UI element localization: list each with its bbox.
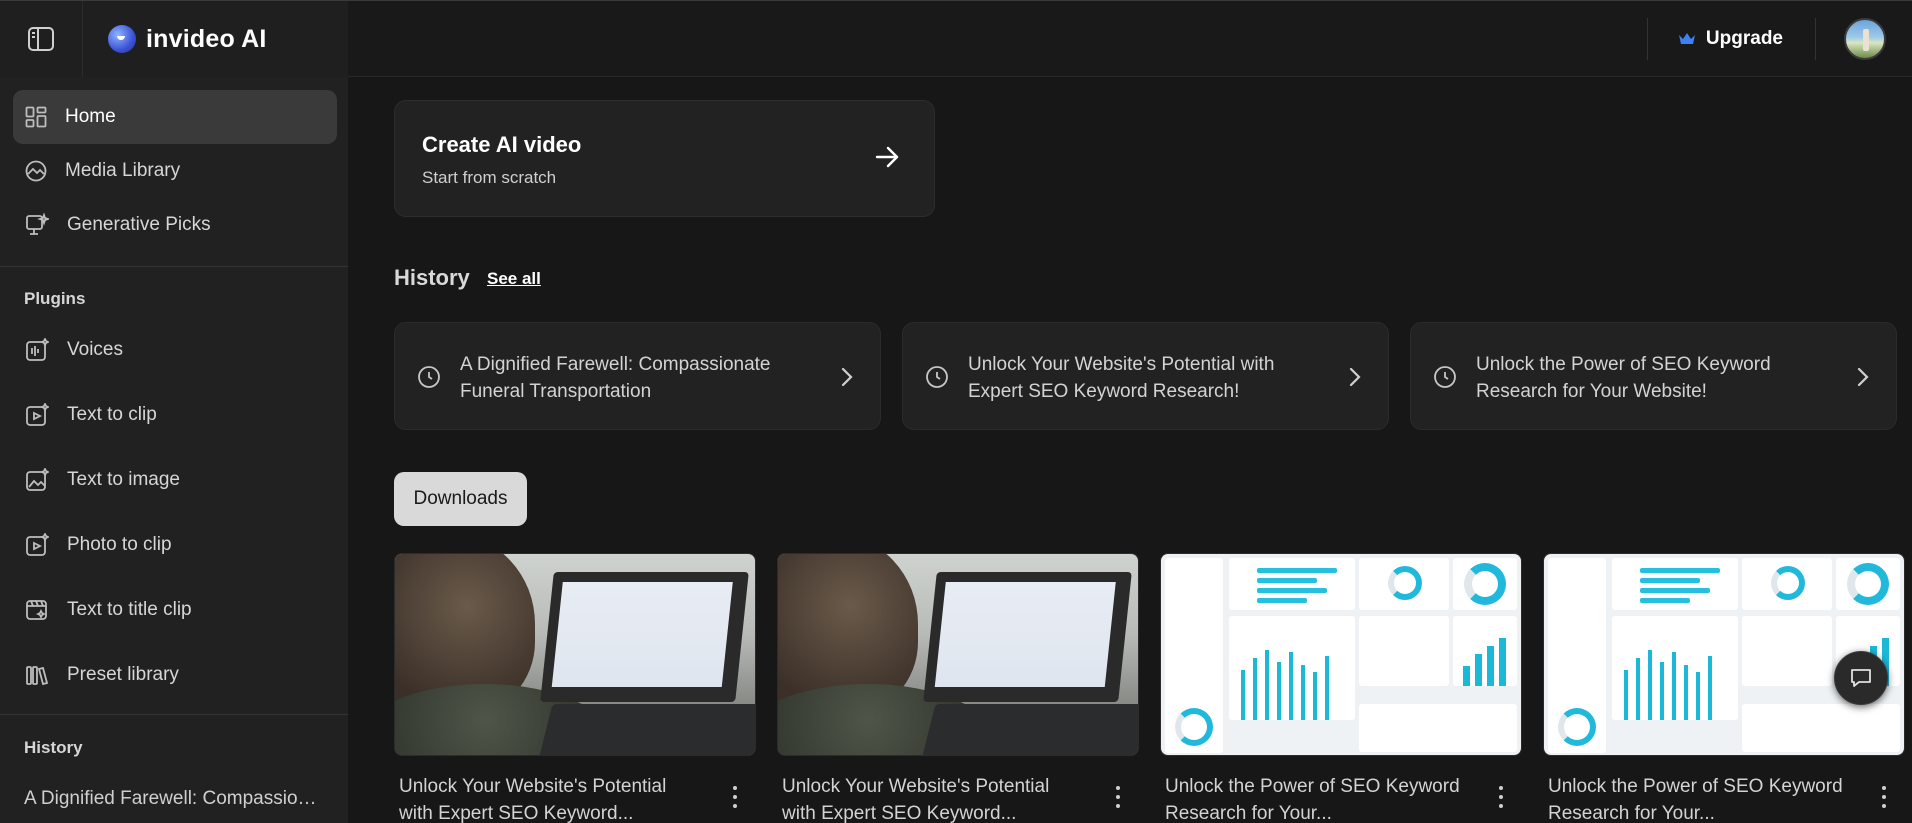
history-section-title: History bbox=[394, 265, 470, 290]
clock-icon bbox=[418, 366, 440, 388]
video-thumbnail[interactable] bbox=[394, 553, 756, 756]
sidebar-toggle-icon bbox=[28, 27, 54, 51]
download-title: Unlock Your Website's Potential with Exp… bbox=[399, 776, 667, 823]
create-ai-video-card[interactable]: Create AI video Start from scratch bbox=[394, 100, 935, 217]
sidebar-item-label: Text to image bbox=[67, 469, 180, 490]
see-all-link[interactable]: See all bbox=[487, 269, 541, 289]
sidebar-item-text-to-image[interactable]: Text to image bbox=[13, 453, 337, 507]
sidebar-item-home[interactable]: Home bbox=[13, 90, 337, 144]
clock-icon bbox=[1434, 366, 1456, 388]
video-thumbnail[interactable] bbox=[777, 553, 1139, 756]
sidebar-item-generative-picks[interactable]: Generative Picks bbox=[13, 198, 337, 252]
download-title: Unlock the Power of SEO Keyword Research… bbox=[1548, 776, 1843, 823]
thumbnail-photo bbox=[395, 554, 755, 755]
more-options-button[interactable] bbox=[727, 783, 743, 811]
main-content: Create AI video Start from scratch Histo… bbox=[348, 77, 1912, 823]
brand-area: invideo AI bbox=[0, 1, 348, 77]
image-icon bbox=[25, 160, 47, 182]
download-title: Unlock the Power of SEO Keyword Research… bbox=[1165, 776, 1460, 823]
thumbnail-dashboard bbox=[1161, 554, 1521, 755]
sidebar: Home Media Library Generative Picks Plug… bbox=[0, 77, 348, 823]
sidebar-divider bbox=[0, 714, 348, 715]
sidebar-divider bbox=[0, 266, 348, 267]
upgrade-button[interactable]: Upgrade bbox=[1648, 18, 1815, 60]
text-to-image-icon bbox=[26, 468, 49, 491]
sidebar-item-label: Text to title clip bbox=[67, 599, 192, 620]
download-card: Unlock Your Website's Potential with Exp… bbox=[777, 553, 1139, 823]
grid-icon bbox=[25, 106, 47, 128]
sidebar-item-label: Media Library bbox=[65, 160, 181, 181]
sidebar-item-label: Text to clip bbox=[67, 404, 157, 425]
chevron-right-icon bbox=[1349, 367, 1361, 387]
thumbnail-photo bbox=[778, 554, 1138, 755]
sidebar-toggle-button[interactable] bbox=[0, 1, 83, 77]
more-options-button[interactable] bbox=[1493, 783, 1509, 811]
header-divider bbox=[1815, 18, 1816, 60]
history-card-title: Unlock the Power of SEO Keyword Research… bbox=[1476, 354, 1771, 402]
create-title: Create AI video bbox=[422, 132, 582, 157]
generative-icon bbox=[26, 213, 49, 235]
chat-icon bbox=[1851, 669, 1871, 687]
title-clip-icon bbox=[26, 600, 47, 620]
history-card[interactable]: Unlock Your Website's Potential with Exp… bbox=[902, 322, 1389, 430]
photo-to-clip-icon bbox=[26, 533, 49, 556]
sidebar-item-voices[interactable]: Voices bbox=[13, 323, 337, 377]
create-subtitle: Start from scratch bbox=[422, 168, 557, 187]
download-card: Unlock Your Website's Potential with Exp… bbox=[394, 553, 756, 823]
more-options-button[interactable] bbox=[1110, 783, 1126, 811]
sidebar-item-label: Home bbox=[65, 106, 116, 127]
plugins-heading: Plugins bbox=[24, 289, 86, 308]
sidebar-item-label: Photo to clip bbox=[67, 534, 172, 555]
upgrade-label: Upgrade bbox=[1705, 28, 1783, 49]
sidebar-item-label: Voices bbox=[67, 339, 123, 360]
voice-icon bbox=[26, 338, 49, 361]
sidebar-item-preset-library[interactable]: Preset library bbox=[13, 648, 337, 702]
chevron-right-icon bbox=[1857, 367, 1869, 387]
brand-name: invideo AI bbox=[146, 24, 267, 53]
sidebar-item-text-to-title-clip[interactable]: Text to title clip bbox=[13, 583, 337, 637]
sidebar-item-label: Preset library bbox=[67, 664, 179, 685]
chevron-right-icon bbox=[841, 367, 853, 387]
avatar[interactable] bbox=[1844, 18, 1886, 60]
sidebar-item-photo-to-clip[interactable]: Photo to clip bbox=[13, 518, 337, 572]
text-to-clip-icon bbox=[26, 403, 49, 426]
clock-icon bbox=[926, 366, 948, 388]
brand-link[interactable]: invideo AI bbox=[108, 21, 267, 57]
sidebar-history-item[interactable]: A Dignified Farewell: Compassionate Fune… bbox=[24, 788, 324, 810]
history-card-title: A Dignified Farewell: Compassionate Fune… bbox=[460, 354, 771, 402]
downloads-tab[interactable]: Downloads bbox=[394, 472, 527, 526]
sidebar-item-label: Generative Picks bbox=[67, 214, 211, 235]
history-card[interactable]: Unlock the Power of SEO Keyword Research… bbox=[1410, 322, 1897, 430]
history-heading: History bbox=[24, 738, 83, 757]
download-card: Unlock the Power of SEO Keyword Research… bbox=[1160, 553, 1522, 823]
sidebar-item-text-to-clip[interactable]: Text to clip bbox=[13, 388, 337, 442]
crown-icon bbox=[1678, 33, 1695, 44]
download-title: Unlock Your Website's Potential with Exp… bbox=[782, 776, 1050, 823]
more-options-button[interactable] bbox=[1876, 783, 1892, 811]
history-card-title: Unlock Your Website's Potential with Exp… bbox=[968, 354, 1275, 402]
invideo-logo-icon bbox=[108, 25, 136, 53]
library-icon bbox=[26, 666, 49, 686]
arrow-right-icon bbox=[875, 146, 899, 168]
chat-support-button[interactable] bbox=[1834, 651, 1888, 705]
header-actions: Upgrade bbox=[1646, 1, 1912, 77]
video-thumbnail[interactable] bbox=[1160, 553, 1522, 756]
history-card[interactable]: A Dignified Farewell: Compassionate Fune… bbox=[394, 322, 881, 430]
sidebar-item-media-library[interactable]: Media Library bbox=[13, 144, 337, 198]
top-bar: invideo AI Upgrade bbox=[0, 0, 1912, 77]
